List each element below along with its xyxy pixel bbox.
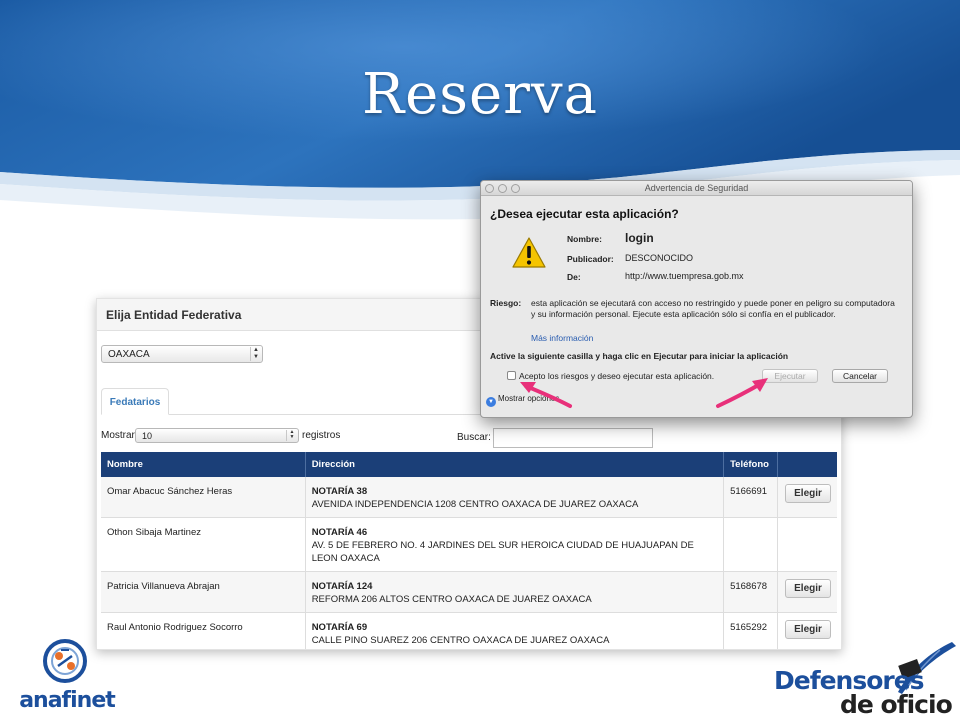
length-select-value: 10 [142,431,153,441]
address-text: AV. 5 DE FEBRERO NO. 4 JARDINES DEL SUR … [311,540,694,564]
security-warning-dialog: Advertencia de Seguridad ¿Desea ejecutar… [480,180,913,418]
show-options-label: Mostrar opciones [498,394,560,403]
search-label: Buscar: [457,432,491,443]
accept-risks-checkbox[interactable] [507,371,516,380]
updown-arrows-icon: ▲ ▼ [250,347,261,361]
column-header-direccion[interactable]: Dirección [305,452,725,477]
cell-nombre: Othon Sibaja Martinez [101,517,306,572]
notaria-number: NOTARÍA 69 [311,622,368,633]
cell-direccion: NOTARÍA 46 AV. 5 DE FEBRERO NO. 4 JARDIN… [305,517,725,572]
disclosure-chevron-icon: ▼ [486,397,496,407]
address-text: AVENIDA INDEPENDENCIA 1208 CENTRO OAXACA… [311,499,639,510]
updown-arrows-icon: ▲ ▼ [286,430,297,441]
cell-telefono: 5168678 [723,571,779,613]
notaria-number: NOTARÍA 38 [311,486,368,497]
from-url-value: http://www.tuempresa.gob.mx [625,271,744,281]
fedatarios-table: Nombre Dirección Teléfono Omar Abacuc Sá… [101,452,837,649]
name-label: Nombre: [567,234,602,244]
cell-action: Elegir [777,571,837,613]
anafinet-wordmark: anafinet [19,688,116,713]
publisher-label: Publicador: [567,254,614,264]
length-prefix: Mostrar [101,430,135,441]
search-input[interactable] [493,428,653,448]
dialog-titlebar[interactable]: Advertencia de Seguridad [481,181,912,196]
length-select[interactable]: 10 ▲ ▼ [135,428,299,443]
de-oficio-wordmark: de oficio [840,690,953,719]
risk-label: Riesgo: [490,298,522,308]
dialog-title: Advertencia de Seguridad [644,183,749,193]
table-header-row: Nombre Dirección Teléfono [101,452,837,477]
show-options-toggle[interactable]: ▼ Mostrar opciones [486,394,559,407]
app-name-value: login [625,231,654,245]
notaria-number: NOTARÍA 124 [311,581,373,592]
cancel-button[interactable]: Cancelar [832,369,888,383]
panel-title: Elija Entidad Federativa [106,308,242,322]
accept-risks-label[interactable]: Acepto los riesgos y deseo ejecutar esta… [519,371,714,381]
column-header-action [777,452,837,477]
cell-action: Elegir [777,477,837,518]
risk-text: esta aplicación se ejecutará con acceso … [531,298,895,319]
warning-icon [512,237,546,268]
table-row: Othon Sibaja Martinez NOTARÍA 46 AV. 5 D… [101,517,837,572]
address-text: REFORMA 206 ALTOS CENTRO OAXACA DE JUARE… [311,594,592,605]
cell-telefono: 5166691 [723,477,779,518]
cell-nombre: Raul Antonio Rodriguez Socorro [101,612,306,649]
cell-direccion: NOTARÍA 69 CALLE PINO SUAREZ 206 CENTRO … [305,612,725,649]
length-suffix: registros [302,430,341,441]
from-label: De: [567,272,581,282]
anafinet-emblem-icon [43,639,87,683]
entity-select-value: OAXACA [108,349,150,360]
cell-direccion: NOTARÍA 124 REFORMA 206 ALTOS CENTRO OAX… [305,571,725,613]
cell-nombre: Patricia Villanueva Abrajan [101,571,306,613]
elegir-button[interactable]: Elegir [785,484,831,503]
dialog-question: ¿Desea ejecutar esta aplicación? [490,207,679,221]
notaria-number: NOTARÍA 46 [311,527,368,538]
cell-telefono [723,517,779,572]
cell-direccion: NOTARÍA 38 AVENIDA INDEPENDENCIA 1208 CE… [305,477,725,518]
elegir-button[interactable]: Elegir [785,579,831,598]
cell-nombre: Omar Abacuc Sánchez Heras [101,477,306,518]
column-header-nombre[interactable]: Nombre [101,452,306,477]
publisher-value: DESCONOCIDO [625,253,694,263]
run-button[interactable]: Ejecutar [762,369,818,383]
table-row: Raul Antonio Rodriguez Socorro NOTARÍA 6… [101,612,837,649]
column-header-telefono[interactable]: Teléfono [723,452,779,477]
address-text: CALLE PINO SUAREZ 206 CENTRO OAXACA DE J… [311,635,610,646]
more-info-link[interactable]: Más información [531,333,593,343]
table-row: Omar Abacuc Sánchez Heras NOTARÍA 38 AVE… [101,477,837,518]
table-row: Patricia Villanueva Abrajan NOTARÍA 124 … [101,571,837,613]
defensores-de-oficio-logo: Defensores de oficio [770,636,960,720]
anafinet-logo: anafinet [12,636,122,716]
slide-title: Reserva [362,62,598,127]
tab-fedatarios[interactable]: Fedatarios [101,388,169,415]
instruction-text: Active la siguiente casilla y haga clic … [490,351,789,361]
cell-action [777,517,837,572]
entity-select[interactable]: OAXACA ▲ ▼ [101,345,263,363]
